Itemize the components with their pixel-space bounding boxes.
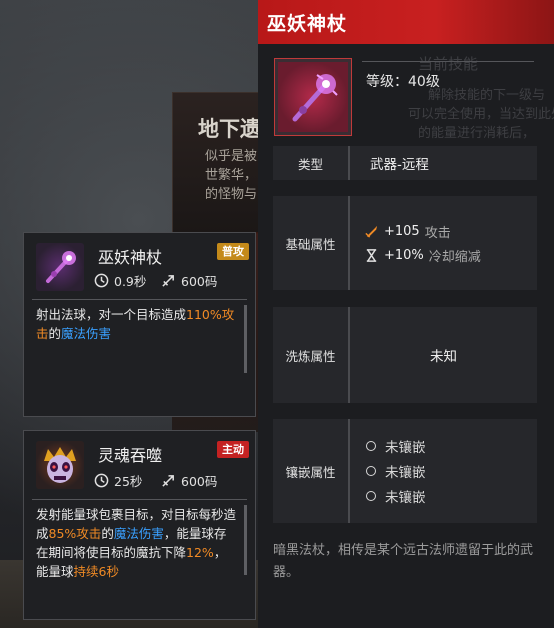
desc-magic-damage: 魔法伤害 <box>113 526 164 541</box>
hourglass-icon <box>366 248 377 262</box>
range-icon <box>162 275 174 287</box>
cooldown-icon <box>94 473 109 488</box>
skill-range: 600码 <box>161 271 217 290</box>
attribute-name: 攻击 <box>424 225 451 241</box>
refine-attributes-label: 洗炼属性 <box>273 307 350 403</box>
refine-attributes-row: 洗炼属性 未知 <box>273 307 537 403</box>
faded-text: 可以完全使用，当达到此处 <box>408 107 554 122</box>
description-scrollbar[interactable] <box>244 505 247 575</box>
skill-range-value: 600码 <box>181 474 218 489</box>
skill-description: 发射能量球包裹目标，对目标每秒造成85%攻击的魔法伤害，能量球存在期间将使目标的… <box>36 505 236 581</box>
socket-attributes-row: 镶嵌属性 未镶嵌 未镶嵌 未镶嵌 <box>273 419 537 523</box>
skill-range: 600码 <box>161 471 217 490</box>
desc-text: 的 <box>101 526 114 541</box>
socket-slot[interactable]: 未镶嵌 <box>366 436 426 456</box>
faded-text: 解除技能的下一级与 <box>428 88 546 103</box>
divider <box>32 499 247 500</box>
sword-icon <box>365 225 378 238</box>
item-flavor-text: 暗黑法杖，相传是某个远古法师遗留于此的武器。 <box>273 543 534 580</box>
skill-cooldown-value: 25秒 <box>114 474 143 489</box>
skill-type-badge: 主动 <box>217 441 249 458</box>
skill-cooldown-value: 0.9秒 <box>114 274 147 289</box>
skill-name: 灵魂吞噬 <box>98 446 163 465</box>
socket-status: 未镶嵌 <box>385 440 426 456</box>
skill-name: 巫妖神杖 <box>98 248 163 267</box>
desc-duration: 持续6秒 <box>73 564 119 579</box>
background-text-line: 世繁华， <box>205 168 258 183</box>
type-value: 武器-远程 <box>370 157 429 173</box>
lich-staff-skill-icon <box>36 243 84 291</box>
desc-resist-percent: 12% <box>186 545 214 560</box>
attribute-value: +10% <box>384 247 424 263</box>
empty-socket-icon <box>366 491 376 501</box>
item-icon-frame <box>274 58 352 136</box>
empty-socket-icon <box>366 466 376 476</box>
socket-list: 未镶嵌 未镶嵌 未镶嵌 <box>350 419 537 523</box>
socket-slot[interactable]: 未镶嵌 <box>366 461 426 481</box>
skill-cooldown: 0.9秒 <box>94 271 146 290</box>
attribute-cooldown: +10% 冷却缩减 <box>364 246 481 265</box>
divider <box>362 61 534 62</box>
range-icon <box>162 475 174 487</box>
description-scrollbar[interactable] <box>244 305 247 373</box>
background-text-line: 的怪物与 <box>205 187 258 202</box>
skill-description: 射出法球，对一个目标造成110%攻击的魔法伤害 <box>36 305 236 343</box>
skill-card-lich-staff[interactable]: 巫妖神杖 普攻 0.9秒 600码 射出法球，对一个目标造成110%攻击的魔法伤… <box>23 232 256 417</box>
desc-attack-percent: 85%攻击 <box>48 526 102 541</box>
refine-attributes-value: 未知 <box>430 349 457 365</box>
skill-type-badge: 普攻 <box>217 243 249 260</box>
divider <box>32 299 247 300</box>
desc-text: 射出法球，对一个目标造成 <box>36 307 187 322</box>
background-location-title: 地下遗 <box>198 117 261 141</box>
skill-range-value: 600码 <box>181 274 218 289</box>
socket-status: 未镶嵌 <box>385 490 426 506</box>
socket-slot[interactable]: 未镶嵌 <box>366 486 426 506</box>
item-title: 巫妖神杖 <box>267 13 348 35</box>
base-attributes-list: +105 攻击 +10% 冷却缩减 <box>350 196 537 290</box>
empty-socket-icon <box>366 441 376 451</box>
item-level: 等级：40级 <box>366 74 440 90</box>
staff-icon <box>278 62 348 132</box>
faded-text: 的能量进行消耗后， <box>418 126 536 141</box>
base-attributes-label: 基础属性 <box>273 196 350 290</box>
attribute-attack: +105 攻击 <box>364 222 451 241</box>
desc-text: 的 <box>48 326 62 341</box>
attribute-value: +105 <box>384 223 420 239</box>
background-text-line: 似乎是被 <box>205 149 258 164</box>
skill-card-soul-devour[interactable]: 灵魂吞噬 主动 25秒 600码 发射能量球包裹目标，对目标每秒造成85%攻击的… <box>23 430 256 620</box>
skill-cooldown: 25秒 <box>94 471 142 490</box>
background-location-text: 似乎是被 世繁华， 的怪物与 <box>205 147 257 204</box>
type-row: 类型 武器-远程 <box>273 146 537 180</box>
desc-magic-damage: 魔法伤害 <box>61 326 112 341</box>
attribute-name: 冷却缩减 <box>428 249 481 265</box>
socket-status: 未镶嵌 <box>385 465 426 481</box>
item-detail-panel: 巫妖神杖 当前技能 解除技能的下一级与 可以完全使用，当达到此处 的能量进行消耗… <box>258 0 554 628</box>
socket-attributes-label: 镶嵌属性 <box>273 419 350 523</box>
type-label: 类型 <box>273 146 350 180</box>
base-attributes-row: 基础属性 +105 攻击 +10% 冷却缩减 <box>273 196 537 290</box>
soul-devour-skill-icon <box>36 441 84 489</box>
item-header: 巫妖神杖 <box>258 0 554 44</box>
cooldown-icon <box>94 273 109 288</box>
